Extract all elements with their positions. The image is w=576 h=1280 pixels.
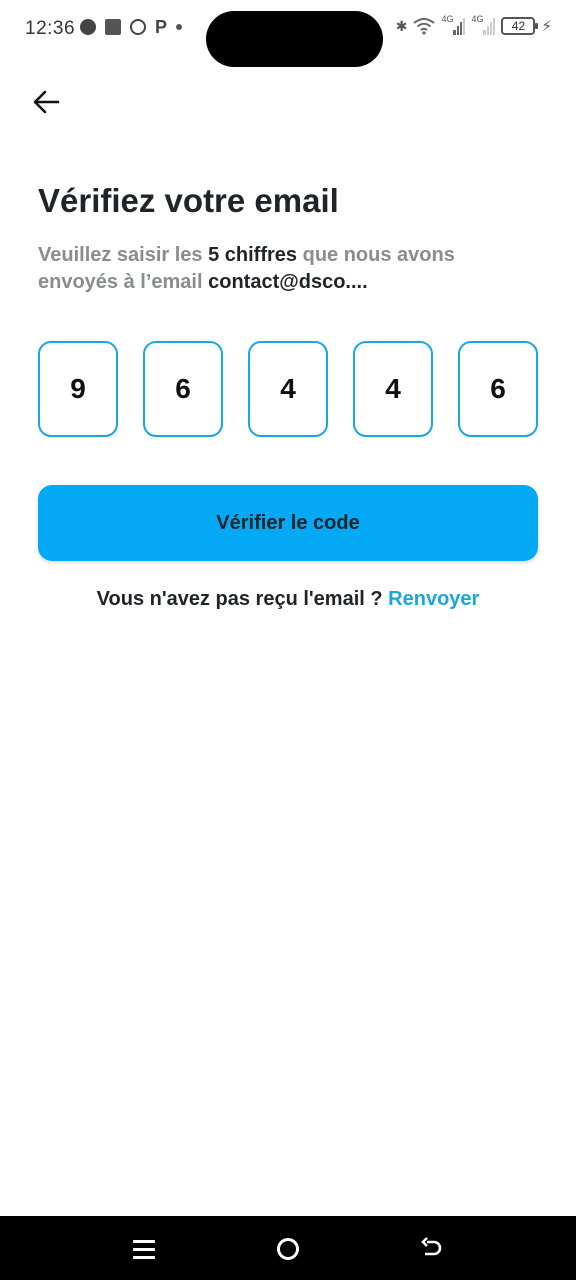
- back-button[interactable]: [28, 84, 64, 120]
- signal-label-2: 4G: [471, 14, 484, 24]
- resend-line: Vous n'avez pas reçu l'email ? Renvoyer: [0, 588, 576, 611]
- charging-icon: ⚡: [541, 18, 552, 35]
- verify-code-button[interactable]: Vérifier le code: [38, 485, 538, 561]
- code-digit-5[interactable]: 6: [458, 341, 538, 437]
- page-title: Vérifiez votre email: [38, 182, 339, 219]
- status-bar: 12:36 P ✱ 4G 4G 42 ⚡: [0, 0, 576, 67]
- code-digit-1[interactable]: 9: [38, 341, 118, 437]
- arrow-left-icon: [33, 90, 60, 114]
- email-address-text: contact@dsco....: [208, 271, 368, 293]
- messenger-icon: [80, 19, 96, 35]
- signal-label-1: 4G: [441, 14, 454, 24]
- notification-ring-icon: [130, 19, 146, 35]
- back-icon: [421, 1237, 442, 1256]
- recent-apps-icon: [133, 1239, 155, 1243]
- home-icon: [277, 1238, 299, 1260]
- code-digit-4[interactable]: 4: [353, 341, 433, 437]
- recent-apps-button[interactable]: [129, 1234, 159, 1264]
- signal-icon-2: 4G: [471, 14, 496, 35]
- battery-icon: 42: [501, 17, 539, 35]
- notification-app-icon: [105, 19, 121, 35]
- notification-icons: P: [80, 17, 183, 37]
- system-status-icons: ✱ 4G 4G 42 ⚡: [395, 14, 552, 35]
- code-digit-3[interactable]: 4: [248, 341, 328, 437]
- status-time: 12:36: [25, 18, 76, 39]
- home-button[interactable]: [273, 1234, 303, 1264]
- more-notifications-dot-icon: [176, 24, 183, 30]
- instructions-text: Veuillez saisir les 5 chiffres que nous …: [38, 242, 538, 296]
- camera-notch: [206, 11, 383, 67]
- navigation-bar: [0, 1216, 576, 1280]
- wifi-icon: [413, 18, 436, 35]
- code-digit-2[interactable]: 6: [143, 341, 223, 437]
- resend-link[interactable]: Renvoyer: [388, 588, 479, 610]
- subtitle-part-1: Veuillez saisir les: [38, 244, 209, 266]
- recent-apps-icon-line: [133, 1255, 155, 1259]
- resend-prompt: Vous n'avez pas reçu l'email ?: [96, 588, 389, 610]
- system-back-button[interactable]: [417, 1234, 447, 1264]
- digit-count-text: 5 chiffres: [208, 244, 298, 266]
- bluetooth-icon: ✱: [395, 17, 408, 34]
- paypal-icon: P: [155, 17, 168, 37]
- recent-apps-icon-line: [133, 1247, 155, 1251]
- verification-code-input: 9 6 4 4 6: [38, 341, 538, 437]
- signal-icon-1: 4G: [441, 14, 466, 35]
